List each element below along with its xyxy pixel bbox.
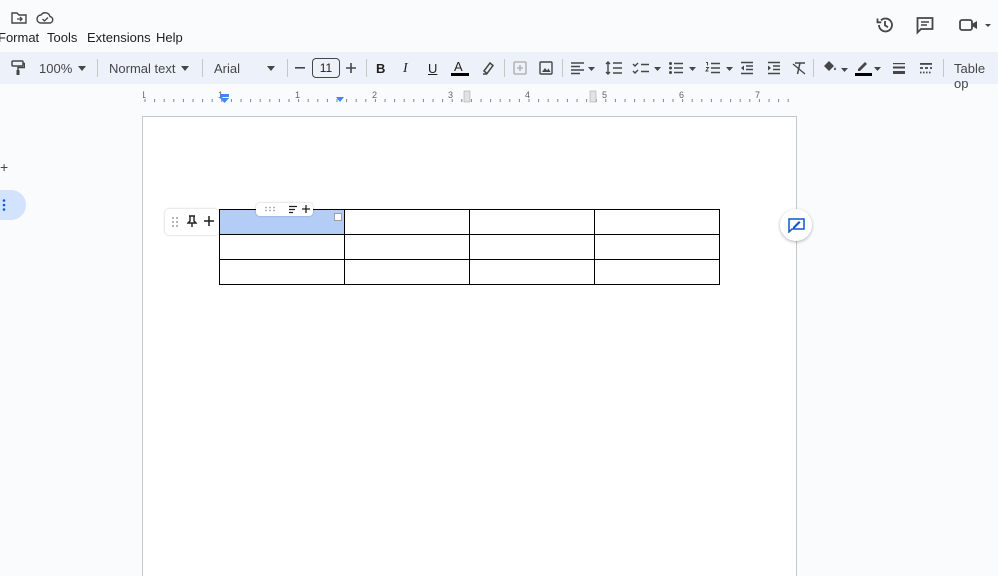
add-comment-fab-icon [788,218,805,233]
table-options-button[interactable]: Table op [954,61,998,91]
decrease-font-size-icon[interactable] [294,62,306,74]
column-boundary-marker [463,90,471,103]
zoom-select[interactable]: 100% [39,61,72,76]
table-row-handle[interactable] [165,209,219,235]
add-row-icon [204,216,214,226]
checklist-icon[interactable] [632,60,662,76]
pin-icon [187,215,197,227]
line-spacing-icon[interactable] [605,60,623,76]
ruler-label: 3 [448,90,453,100]
drag-handle-icon [172,217,178,227]
menu-extensions[interactable]: Extensions [87,30,151,45]
zoom-dropdown-icon[interactable] [77,64,87,72]
increase-indent-icon[interactable] [766,60,782,76]
document-table[interactable] [219,209,720,285]
column-handle[interactable] [256,203,313,216]
menu-format[interactable]: Format [0,30,39,45]
decrease-indent-icon[interactable] [739,60,755,76]
italic-icon[interactable]: I [403,61,408,77]
style-dropdown-icon[interactable] [180,64,190,72]
document-page[interactable] [142,116,797,576]
first-line-indent-marker [220,94,229,97]
table-cell[interactable] [344,209,470,235]
insert-comment-icon[interactable] [512,60,528,76]
table-cell[interactable] [219,234,345,260]
outline-tab-pill[interactable] [0,190,26,220]
toolbar-divider [287,59,288,77]
ruler-label: 7 [755,90,760,100]
add-comment-fab[interactable] [780,209,812,241]
drag-handle-icon [265,206,275,212]
add-tab-icon[interactable]: + [0,160,8,174]
align-icon[interactable] [570,60,596,76]
table-row [219,259,720,285]
style-select[interactable]: Normal text [109,61,175,76]
border-dash-icon[interactable] [917,60,935,76]
menu-tools[interactable]: Tools [47,30,77,45]
toolbar-divider [813,59,814,77]
folder-move-icon[interactable] [10,10,28,26]
table-cell[interactable] [469,234,595,260]
table-cell[interactable] [469,209,595,235]
column-boundary-marker [589,90,597,103]
increase-font-size-icon[interactable] [345,62,357,74]
paint-format-icon[interactable] [10,60,26,76]
underline-icon[interactable]: U [428,61,437,76]
ruler-label: 5 [602,90,607,100]
ruler-label: 1 [295,90,300,100]
numbered-list-icon[interactable] [705,60,735,76]
table-cell[interactable] [594,259,720,285]
toolbar-divider [366,59,367,77]
clear-formatting-icon[interactable] [791,60,807,76]
highlight-icon[interactable] [480,60,496,76]
table-row [219,234,720,260]
history-icon[interactable] [874,14,896,36]
table-cell[interactable] [219,259,345,285]
table-cell[interactable] [469,259,595,285]
toolbar-divider [562,59,563,77]
bullet-list-icon[interactable] [668,60,698,76]
cell-menu-icon[interactable] [334,213,342,221]
menu-help[interactable]: Help [156,30,183,45]
text-color-icon[interactable]: A [454,59,463,74]
font-select[interactable]: Arial [214,61,240,76]
meet-icon[interactable] [956,14,992,36]
text-color-swatch [451,73,469,76]
sort-icon [289,205,297,214]
table-cell[interactable] [594,209,720,235]
font-dropdown-icon[interactable] [266,64,276,72]
table-cell[interactable] [344,259,470,285]
comment-icon[interactable] [914,14,936,36]
ruler-label: 6 [679,90,684,100]
cloud-saved-icon[interactable] [35,10,55,26]
ruler-label: 1 [143,90,146,100]
ruler-label: 2 [372,90,377,100]
fill-color-icon[interactable] [821,59,849,77]
border-width-icon[interactable] [890,60,908,76]
ruler-label: 4 [525,90,530,100]
insert-image-icon[interactable] [538,60,554,76]
toolbar-divider [202,59,203,77]
bold-icon[interactable]: B [376,61,385,76]
add-column-icon [302,205,310,213]
border-color-icon[interactable] [854,59,882,77]
table-cell[interactable] [344,234,470,260]
font-size-input[interactable]: 11 [312,58,340,78]
toolbar-divider [504,59,505,77]
table-cell[interactable] [594,234,720,260]
toolbar-divider [943,59,944,77]
toolbar-divider [97,59,98,77]
horizontal-ruler: 111234567 [143,88,796,104]
